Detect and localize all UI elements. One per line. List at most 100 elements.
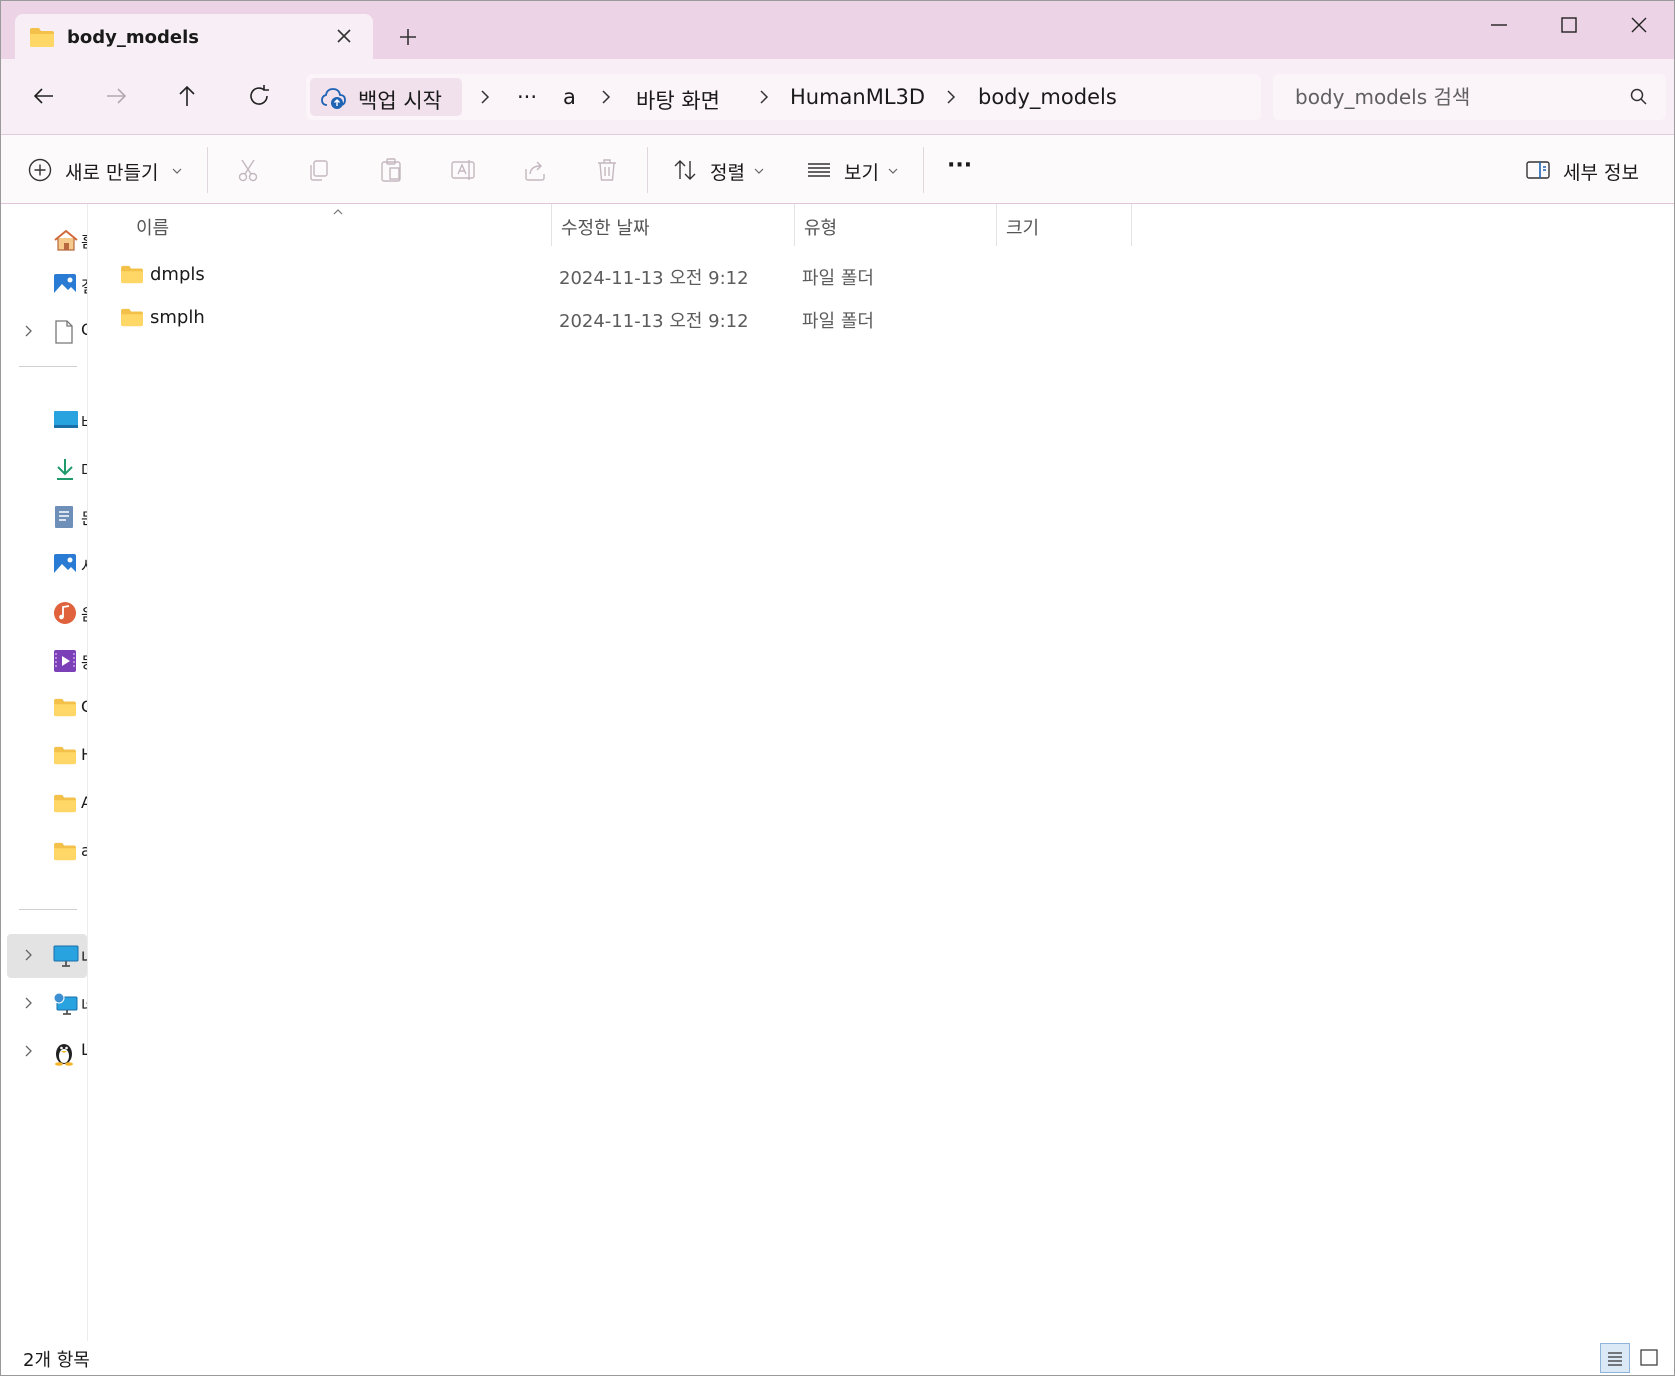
view-button[interactable]: 보기 [806,157,901,185]
delete-icon[interactable] [594,157,620,183]
sort-icon [674,160,696,180]
chevron-right-icon[interactable] [22,995,36,1015]
breadcrumb-body-models[interactable]: body_models [978,85,1117,109]
breadcrumb-humanml3d[interactable]: HumanML3D [790,85,925,109]
nav-item-documents[interactable]: 문 [1,495,87,539]
nav-item-folder-c[interactable]: C [1,687,87,731]
divider [923,147,924,193]
command-bar: 새로 만들기 정렬 보기 ··· 세부 정보 [1,135,1674,204]
navigation-pane: 홈 갤 O 바 다 문 사 음 [1,204,88,1344]
new-tab-icon[interactable] [396,25,420,49]
sort-button[interactable]: 정렬 [672,157,767,185]
desktop-icon [53,409,79,435]
share-icon[interactable] [522,157,548,183]
search-icon[interactable] [1629,87,1649,111]
divider [207,147,208,193]
nav-item-videos[interactable]: 동 [1,639,87,683]
paste-icon[interactable] [378,157,404,183]
details-view-icon[interactable] [1600,1343,1630,1373]
folder-icon [53,793,77,817]
backup-start-button[interactable]: 백업 시작 [310,78,462,116]
file-row[interactable]: dmpls 2024-11-13 오전 9:12 파일 폴더 [110,255,1210,295]
file-modified: 2024-11-13 오전 9:12 [559,268,749,289]
cut-icon[interactable] [235,157,261,183]
column-header-name[interactable]: 이름 [126,204,526,244]
details-pane-icon [1526,161,1550,179]
breadcrumb-desktop[interactable]: 바탕 화면 [636,85,720,115]
nav-item-network[interactable]: 네 [1,982,87,1026]
chevron-right-icon[interactable] [22,323,36,343]
nav-item-folder-h[interactable]: H [1,735,87,779]
cloud-upload-icon [320,86,348,114]
new-button[interactable]: 새로 만들기 [27,157,187,185]
file-type: 파일 폴더 [802,268,874,289]
chevron-right-icon[interactable] [756,88,772,106]
up-arrow-icon[interactable] [172,81,202,111]
breadcrumb-a[interactable]: a [563,85,576,109]
folder-icon [120,264,144,288]
search-box[interactable] [1273,74,1666,120]
minimize-icon[interactable] [1475,11,1523,39]
divider [19,909,77,910]
folder-icon [53,745,77,769]
column-header-size[interactable]: 크기 [996,204,1128,244]
this-pc-icon [53,944,79,972]
more-options-button[interactable]: ··· [947,153,972,181]
file-name: dmpls [150,264,205,285]
copy-icon[interactable] [306,157,332,183]
chevron-right-icon[interactable] [22,1043,36,1063]
column-divider[interactable] [1131,204,1132,246]
plus-circle-icon [28,158,52,182]
nav-item-linux[interactable]: L [1,1030,87,1074]
chevron-down-icon [172,168,182,174]
documents-icon [53,505,75,533]
close-tab-icon[interactable] [332,24,356,48]
close-window-icon[interactable] [1615,11,1663,39]
address-bar[interactable]: 백업 시작 ··· a 바탕 화면 HumanML3D body_models [306,74,1261,120]
file-name: smplh [150,307,205,328]
nav-item-this-pc[interactable]: 내 [7,934,87,978]
details-pane-button[interactable]: 세부 정보 [1525,157,1655,185]
chevron-right-icon[interactable] [477,88,493,106]
details-label: 세부 정보 [1563,162,1639,184]
refresh-icon[interactable] [244,81,274,111]
folder-icon [29,26,55,52]
folder-icon [120,307,144,331]
item-count: 2개 항목 [23,1350,90,1371]
pictures-icon [53,553,77,581]
column-header-type[interactable]: 유형 [794,204,994,244]
chevron-right-icon[interactable] [22,947,36,967]
file-row[interactable]: smplh 2024-11-13 오전 9:12 파일 폴더 [110,298,1210,338]
videos-icon [53,649,77,677]
rename-icon[interactable] [450,157,476,183]
divider [19,366,77,367]
nav-item-home[interactable]: 홈 [1,218,87,262]
nav-item-folder-a[interactable]: a [1,831,87,875]
chevron-right-icon[interactable] [598,88,614,106]
search-input[interactable] [1293,82,1617,112]
address-row: 백업 시작 ··· a 바탕 화면 HumanML3D body_models [1,59,1674,135]
column-header-modified[interactable]: 수정한 날짜 [551,204,791,244]
download-icon [53,457,77,485]
new-label: 새로 만들기 [65,162,159,184]
chevron-right-icon[interactable] [943,88,959,106]
nav-item-onedrive[interactable]: O [1,310,87,354]
network-icon [53,992,79,1020]
nav-item-folder-a-upper[interactable]: A [1,783,87,827]
nav-item-gallery[interactable]: 갤 [1,263,87,307]
folder-icon [53,697,77,721]
gallery-icon [53,273,77,301]
nav-item-downloads[interactable]: 다 [1,447,87,491]
nav-item-desktop[interactable]: 바 [1,399,87,443]
forward-arrow-icon[interactable] [101,81,131,111]
chevron-down-icon [754,168,764,174]
breadcrumb-overflow[interactable]: ··· [517,85,537,109]
back-arrow-icon[interactable] [29,81,59,111]
nav-item-pictures[interactable]: 사 [1,543,87,587]
tab-body-models[interactable]: body_models [15,14,373,60]
divider [647,147,648,193]
nav-item-music[interactable]: 음 [1,591,87,635]
chevron-down-icon [888,168,898,174]
maximize-icon[interactable] [1545,11,1593,39]
tiles-view-icon[interactable] [1634,1343,1664,1373]
